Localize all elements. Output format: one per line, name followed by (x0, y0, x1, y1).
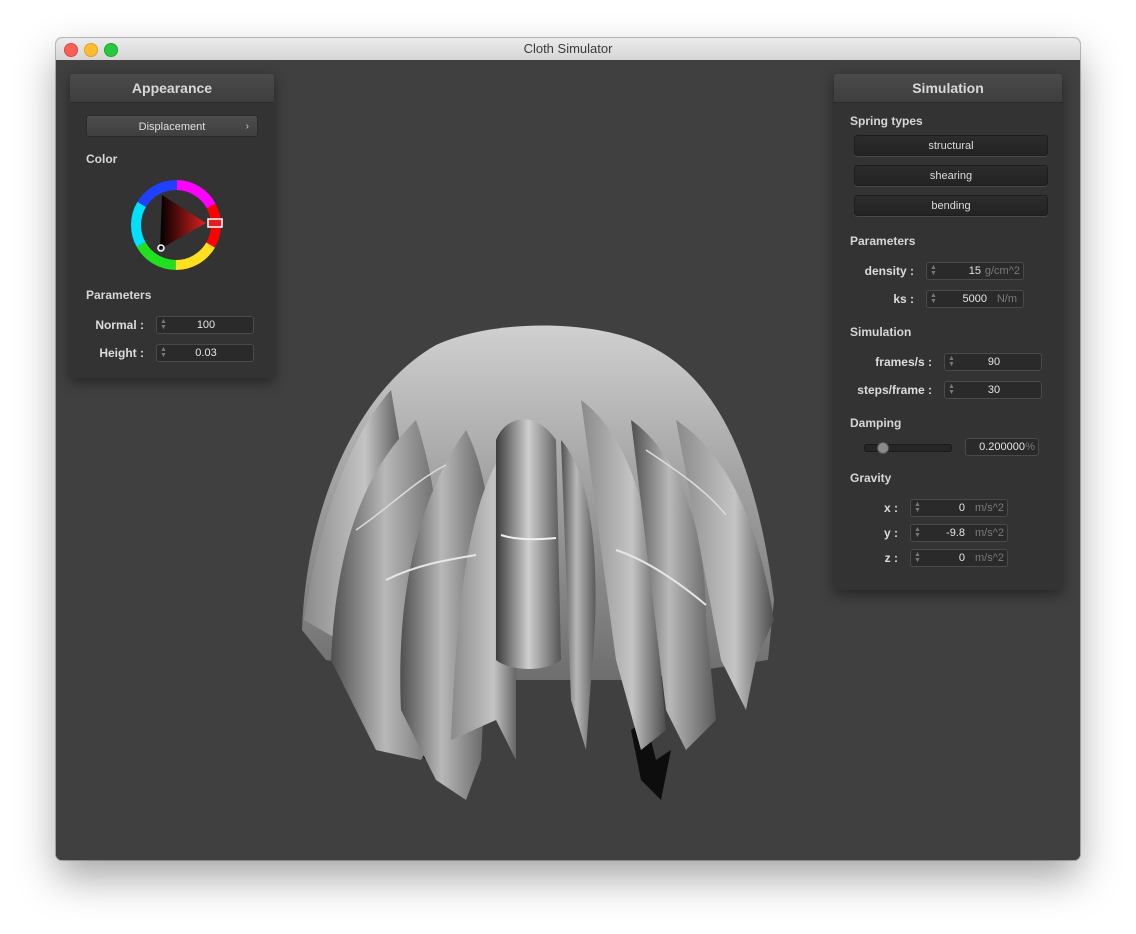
frames-label: frames/s : (875, 355, 932, 369)
stepper-icon[interactable]: ▲ ▼ (914, 526, 921, 539)
height-label: Height : (99, 346, 144, 360)
shearing-button[interactable]: shearing (854, 165, 1048, 186)
simulation-panel: Simulation Spring types structural shear… (834, 74, 1062, 590)
damping-slider-knob[interactable] (877, 442, 890, 454)
appearance-panel-title[interactable]: Appearance (70, 74, 274, 103)
structural-button[interactable]: structural (854, 135, 1048, 156)
bending-button[interactable]: bending (854, 195, 1048, 216)
gravity-y-unit: m/s^2 (975, 527, 1004, 539)
title-bar: Cloth Simulator (56, 38, 1080, 61)
frames-input[interactable]: ▲ ▼ 90 (944, 353, 1042, 371)
gravity-x-unit: m/s^2 (975, 502, 1004, 514)
simulation-section-label: Simulation (850, 325, 912, 339)
gravity-z-input[interactable]: ▲ ▼ 0 m/s^2 (910, 549, 1008, 567)
ks-value: 5000 (962, 293, 987, 305)
damping-label: Damping (850, 416, 902, 430)
stepper-icon[interactable]: ▲ ▼ (914, 551, 921, 564)
shader-dropdown-label: Displacement (138, 121, 206, 133)
gravity-z-value: 0 (958, 552, 965, 564)
cloth-center-column (496, 419, 561, 669)
color-triangle (160, 195, 206, 249)
app-window: Cloth Simulator Appearance Displacement … (56, 38, 1080, 860)
damping-slider[interactable] (864, 442, 952, 454)
spring-types-label: Spring types (850, 114, 923, 128)
shader-dropdown[interactable]: Displacement › (86, 115, 258, 137)
gravity-y-label: y : (883, 526, 898, 540)
normal-label: Normal : (95, 318, 144, 332)
normal-value: 100 (196, 319, 216, 331)
render-viewport[interactable]: Appearance Displacement › Color Paramete… (56, 60, 1080, 860)
ks-unit: N/m (996, 293, 1017, 305)
damping-value: 0.200000 (979, 441, 1025, 453)
stepper-icon[interactable]: ▲ ▼ (930, 292, 937, 305)
hue-selector-handle (207, 218, 223, 228)
steps-value: 30 (987, 384, 1001, 396)
gravity-label: Gravity (850, 471, 892, 485)
density-value: 15 (968, 265, 981, 277)
ks-label: ks : (893, 292, 914, 306)
density-unit: g/cm^2 (984, 265, 1020, 277)
gravity-z-unit: m/s^2 (975, 552, 1004, 564)
gravity-x-label: x : (883, 501, 898, 515)
frames-value: 90 (987, 356, 1001, 368)
gravity-y-value: -9.8 (946, 527, 965, 539)
gravity-x-input[interactable]: ▲ ▼ 0 m/s^2 (910, 499, 1008, 517)
color-wheel[interactable] (128, 177, 224, 273)
simulation-panel-title[interactable]: Simulation (834, 74, 1062, 103)
damping-input[interactable]: 0.200000 % (965, 438, 1039, 456)
stepper-icon[interactable]: ▲ ▼ (914, 501, 921, 514)
sim-params-label: Parameters (850, 234, 916, 248)
gravity-y-input[interactable]: ▲ ▼ -9.8 m/s^2 (910, 524, 1008, 542)
damping-unit: % (1025, 441, 1035, 453)
color-section-label: Color (86, 152, 118, 166)
appearance-params-label: Parameters (86, 288, 152, 302)
window-title: Cloth Simulator (523, 41, 613, 56)
density-input[interactable]: ▲ ▼ 15 g/cm^2 (926, 262, 1024, 280)
height-input[interactable]: ▲ ▼ 0.03 (156, 344, 254, 362)
ks-input[interactable]: ▲ ▼ 5000 N/m (926, 290, 1024, 308)
stepper-icon[interactable]: ▲ ▼ (930, 264, 937, 277)
gravity-x-value: 0 (958, 502, 965, 514)
appearance-panel: Appearance Displacement › Color Paramete… (70, 74, 274, 378)
normal-input[interactable]: ▲ ▼ 100 (156, 316, 254, 334)
height-value: 0.03 (195, 347, 217, 359)
gravity-z-label: z : (884, 551, 898, 565)
steps-input[interactable]: ▲ ▼ 30 (944, 381, 1042, 399)
steps-label: steps/frame : (857, 383, 932, 397)
chevron-right-icon: › (245, 121, 249, 132)
density-label: density : (864, 264, 914, 278)
